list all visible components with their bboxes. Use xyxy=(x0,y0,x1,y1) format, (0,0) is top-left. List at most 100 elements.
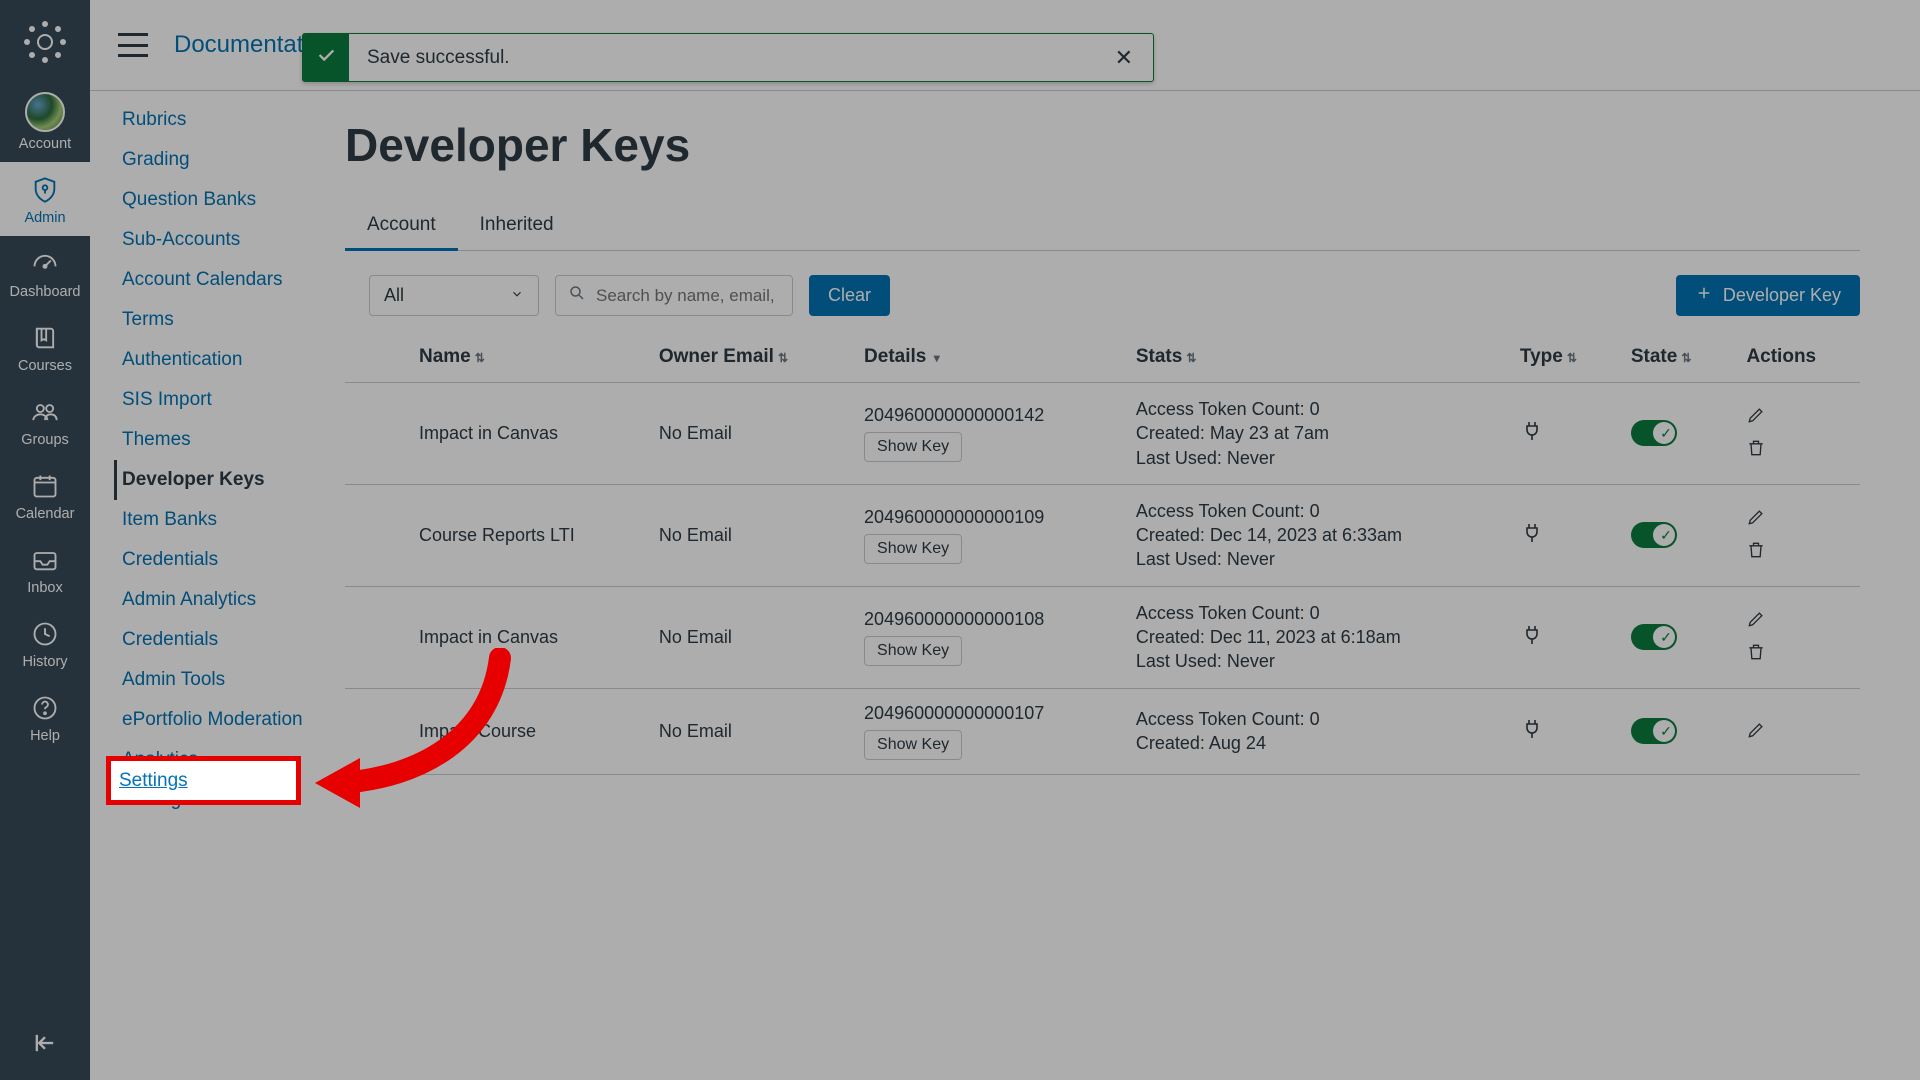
search-input[interactable] xyxy=(596,286,780,306)
sort-icon: ⇅ xyxy=(475,351,485,365)
stats-count: Access Token Count: 0 xyxy=(1136,707,1492,731)
col-name[interactable]: Name⇅ xyxy=(405,332,645,383)
plus-icon xyxy=(1695,284,1723,307)
col-owner-email[interactable]: Owner Email⇅ xyxy=(645,332,850,383)
context-nav-item[interactable]: Rubrics xyxy=(114,100,324,140)
nav-help[interactable]: Help xyxy=(0,680,90,754)
edit-action[interactable] xyxy=(1746,724,1766,744)
plug-icon xyxy=(1520,529,1544,549)
state-toggle[interactable]: ✓ xyxy=(1631,718,1677,744)
context-nav-item[interactable]: Account Calendars xyxy=(114,260,324,300)
delete-action[interactable] xyxy=(1746,438,1846,461)
clear-button[interactable]: Clear xyxy=(809,275,890,316)
stats-last: Last Used: Never xyxy=(1136,446,1492,470)
people-icon xyxy=(29,396,61,428)
cell-id: 204960000000000109 xyxy=(864,507,1108,528)
collapse-nav-button[interactable] xyxy=(0,1015,90,1080)
stats-count: Access Token Count: 0 xyxy=(1136,601,1492,625)
delete-action[interactable] xyxy=(1746,540,1846,563)
check-icon xyxy=(315,44,337,71)
hamburger-button[interactable] xyxy=(118,33,148,57)
stats-count: Access Token Count: 0 xyxy=(1136,499,1492,523)
success-badge xyxy=(303,34,349,81)
check-icon: ✓ xyxy=(1660,629,1672,646)
state-toggle[interactable]: ✓ xyxy=(1631,522,1677,548)
nav-inbox[interactable]: Inbox xyxy=(0,532,90,606)
question-icon xyxy=(29,692,61,724)
context-nav-item[interactable]: Terms xyxy=(114,300,324,340)
col-stats[interactable]: Stats⇅ xyxy=(1122,332,1506,383)
collapse-icon xyxy=(31,1029,59,1062)
context-nav-item[interactable]: Authentication xyxy=(114,340,324,380)
edit-action[interactable] xyxy=(1746,409,1766,429)
page-title: Developer Keys xyxy=(345,118,1860,172)
plug-icon xyxy=(1520,725,1544,745)
nav-courses-label: Courses xyxy=(18,358,72,374)
delete-action[interactable] xyxy=(1746,642,1846,665)
nav-dashboard[interactable]: Dashboard xyxy=(0,236,90,310)
context-nav-item[interactable]: Item Banks xyxy=(114,500,324,540)
edit-action[interactable] xyxy=(1746,511,1766,531)
context-nav-item[interactable]: Credentials xyxy=(114,620,324,660)
context-nav-item[interactable]: Admin Analytics xyxy=(114,580,324,620)
show-key-button[interactable]: Show Key xyxy=(864,636,962,666)
context-nav-item[interactable]: Sub-Accounts xyxy=(114,220,324,260)
nav-groups[interactable]: Groups xyxy=(0,384,90,458)
check-icon: ✓ xyxy=(1660,723,1672,740)
developer-keys-table: Name⇅ Owner Email⇅ Details ▾ Stats⇅ Type… xyxy=(345,332,1860,775)
stats-created: Created: May 23 at 7am xyxy=(1136,421,1492,445)
context-nav-item[interactable]: Grading xyxy=(114,140,324,180)
sort-icon: ⇅ xyxy=(1186,351,1196,365)
nav-inbox-label: Inbox xyxy=(27,580,62,596)
close-icon: ✕ xyxy=(1115,45,1133,70)
nav-calendar-label: Calendar xyxy=(16,506,75,522)
context-nav-item-current[interactable]: Developer Keys xyxy=(114,460,324,500)
cell-name: Impact in Canvas xyxy=(405,383,645,485)
table-row: Impact in Canvas No Email 20496000000000… xyxy=(345,383,1860,485)
cell-id: 204960000000000142 xyxy=(864,405,1108,426)
flash-close-button[interactable]: ✕ xyxy=(1095,45,1153,71)
canvas-logo[interactable] xyxy=(17,14,73,70)
nav-calendar[interactable]: Calendar xyxy=(0,458,90,532)
plug-icon xyxy=(1520,427,1544,447)
calendar-icon xyxy=(29,470,61,502)
context-nav-item[interactable]: Question Banks xyxy=(114,180,324,220)
filter-value: All xyxy=(384,285,404,306)
col-type[interactable]: Type⇅ xyxy=(1506,332,1617,383)
context-nav-item[interactable]: Themes xyxy=(114,420,324,460)
cell-name: Impact in Canvas xyxy=(405,586,645,688)
filter-select[interactable]: All xyxy=(369,275,539,316)
nav-courses[interactable]: Courses xyxy=(0,310,90,384)
caret-down-icon: ▾ xyxy=(930,351,939,365)
context-nav-item[interactable]: SIS Import xyxy=(114,380,324,420)
show-key-button[interactable]: Show Key xyxy=(864,534,962,564)
context-nav-item[interactable]: Admin Tools xyxy=(114,660,324,700)
state-toggle[interactable]: ✓ xyxy=(1631,420,1677,446)
col-state[interactable]: State⇅ xyxy=(1617,332,1733,383)
tab-inherited[interactable]: Inherited xyxy=(458,202,576,250)
toolbar: All Clear Developer Key xyxy=(345,275,1860,316)
context-nav-item[interactable]: ePortfolio Moderation xyxy=(114,700,324,740)
show-key-button[interactable]: Show Key xyxy=(864,730,962,760)
speedometer-icon xyxy=(29,248,61,280)
show-key-button[interactable]: Show Key xyxy=(864,432,962,462)
annotation-settings-link[interactable]: Settings xyxy=(119,770,188,792)
chevron-down-icon xyxy=(510,285,524,306)
search-field[interactable] xyxy=(555,275,793,316)
context-nav-item[interactable]: Credentials xyxy=(114,540,324,580)
col-details[interactable]: Details ▾ xyxy=(850,332,1122,383)
cell-id: 204960000000000108 xyxy=(864,609,1108,630)
state-toggle[interactable]: ✓ xyxy=(1631,624,1677,650)
nav-admin[interactable]: Admin xyxy=(0,162,90,236)
nav-help-label: Help xyxy=(30,728,60,744)
edit-action[interactable] xyxy=(1746,613,1766,633)
nav-history[interactable]: History xyxy=(0,606,90,680)
nav-history-label: History xyxy=(22,654,67,670)
nav-account[interactable]: Account xyxy=(0,80,90,162)
nav-admin-label: Admin xyxy=(24,210,65,226)
avatar xyxy=(25,92,65,132)
add-developer-key-button[interactable]: Developer Key xyxy=(1676,275,1860,316)
stats-last: Last Used: Never xyxy=(1136,649,1492,673)
shield-icon xyxy=(29,174,61,206)
tab-account[interactable]: Account xyxy=(345,202,458,251)
